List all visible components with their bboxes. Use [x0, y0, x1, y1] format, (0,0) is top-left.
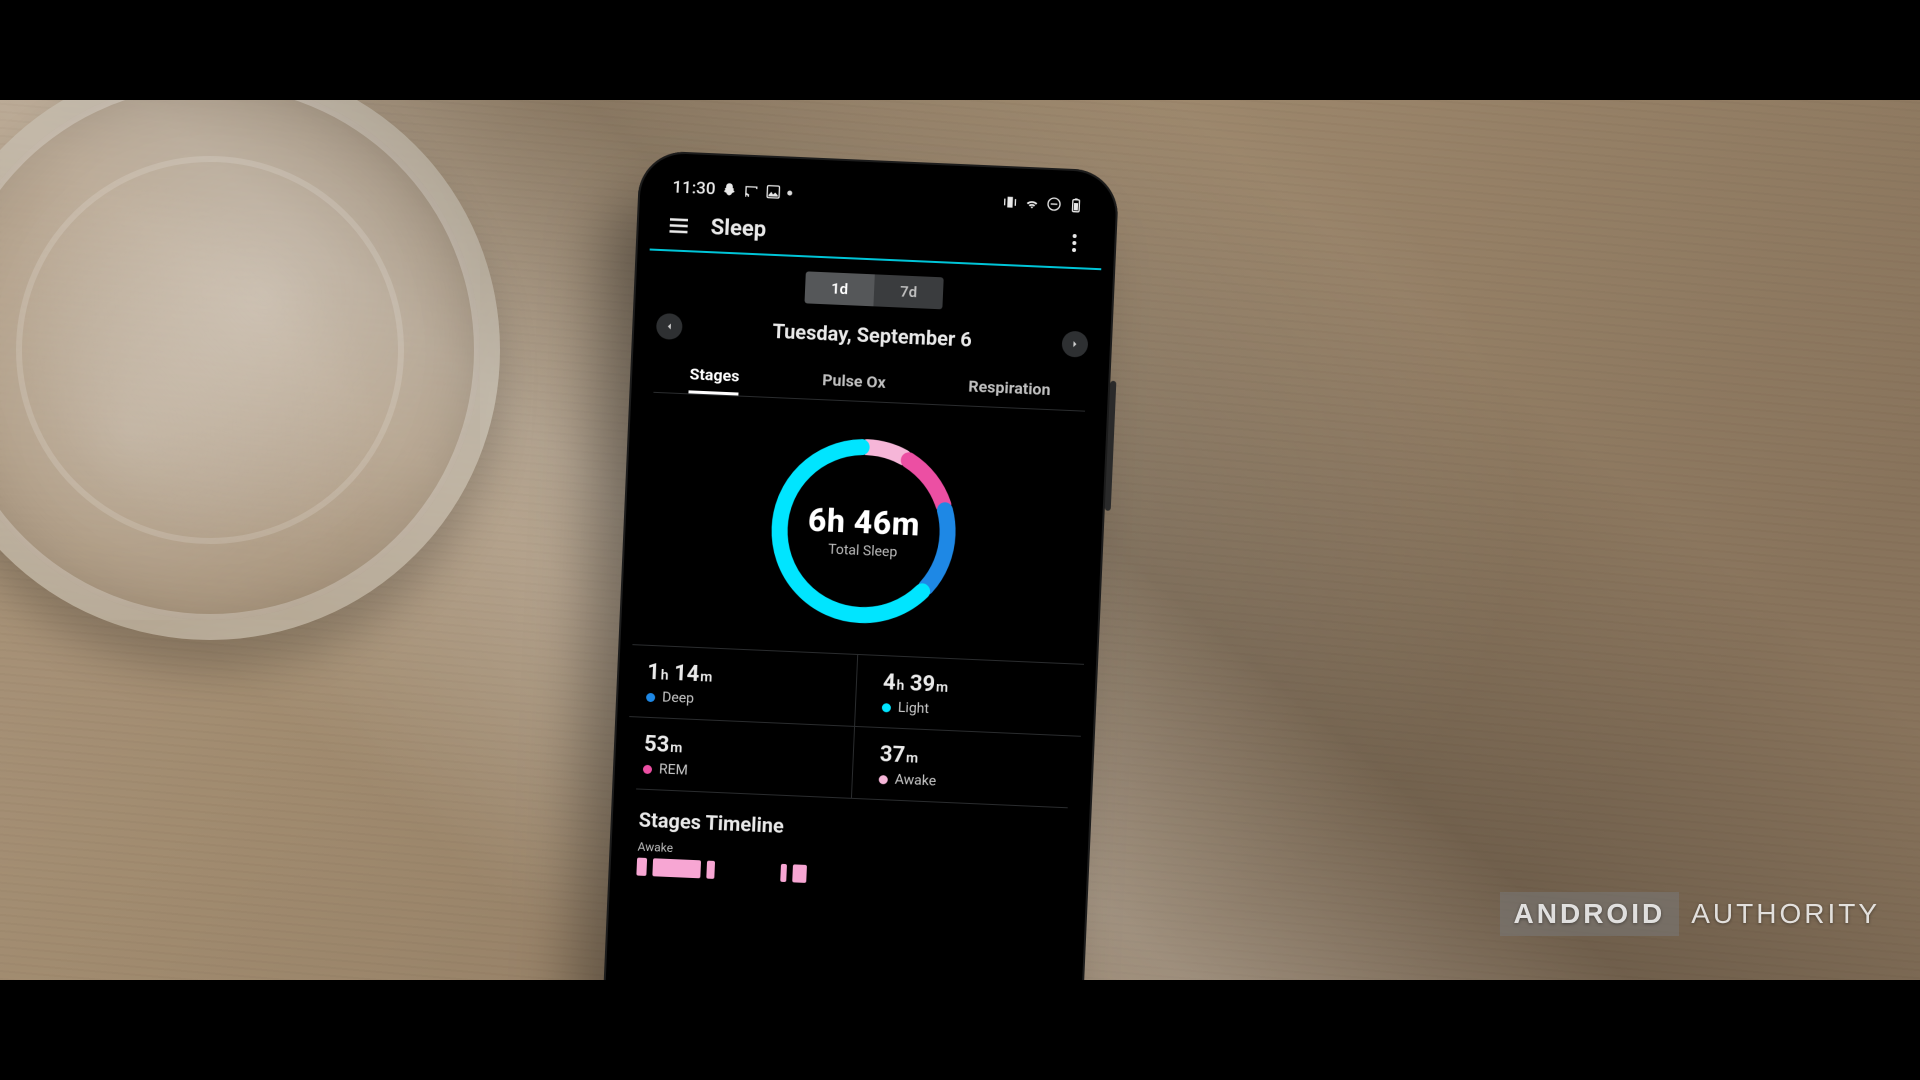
date-label: Tuesday, September 6 [772, 319, 972, 352]
snapchat-icon [721, 182, 738, 199]
hamburger-icon [666, 213, 691, 238]
watermark-brand: ANDROID [1500, 892, 1680, 936]
phone-side-button [1105, 381, 1117, 511]
cast-icon [743, 183, 760, 200]
chevron-right-icon [1069, 338, 1082, 351]
phone-screen: 11:30 Sleep [607, 165, 1105, 980]
stage-cell-rem[interactable]: 53m REM [626, 716, 855, 798]
stage-cell-awake[interactable]: 37m Awake [852, 726, 1081, 808]
phone-frame: 11:30 Sleep [593, 150, 1120, 980]
swatch-light [882, 703, 891, 712]
stage-deep-label: Deep [662, 689, 695, 706]
gallery-icon [765, 184, 782, 201]
stage-cell-light[interactable]: 4h 39m Light [855, 654, 1084, 736]
kebab-dot-icon [1072, 241, 1076, 245]
sleep-ring-chart: 6h 46m Total Sleep [632, 392, 1095, 663]
dnd-icon [1046, 196, 1063, 213]
status-time: 11:30 [672, 177, 716, 199]
stage-grid: 1h 14m Deep 4h 39m Light 53m REM 37m Awa… [626, 644, 1084, 808]
stage-awake-label: Awake [894, 772, 936, 790]
wifi-icon [1024, 195, 1041, 212]
watermark-suffix: AUTHORITY [1679, 892, 1880, 936]
stage-light-value: 4h 39m [882, 670, 1067, 703]
tab-stages[interactable]: Stages [683, 356, 746, 396]
prev-day-button[interactable] [656, 313, 683, 340]
menu-button[interactable] [664, 211, 693, 240]
stage-rem-value: 53m [644, 732, 838, 765]
kebab-dot-icon [1073, 234, 1077, 238]
total-sleep-value: 6h 46m [807, 501, 921, 544]
kebab-dot-icon [1072, 248, 1076, 252]
swatch-deep [646, 692, 655, 701]
stage-light-label: Light [898, 700, 930, 717]
tab-pulse-ox[interactable]: Pulse Ox [815, 362, 892, 402]
stage-awake-value: 37m [879, 742, 1064, 775]
stage-deep-value: 1h 14m [647, 660, 841, 693]
photo-scene: 11:30 Sleep [0, 100, 1920, 980]
screen-title: Sleep [710, 215, 1043, 254]
stage-rem-label: REM [659, 761, 688, 778]
tab-respiration[interactable]: Respiration [962, 368, 1058, 409]
watermark: ANDROID AUTHORITY [1500, 892, 1880, 936]
overflow-button[interactable] [1060, 228, 1089, 257]
range-1d-button[interactable]: 1d [804, 271, 874, 306]
stage-cell-deep[interactable]: 1h 14m Deep [629, 644, 858, 726]
status-more-dot [787, 190, 792, 195]
next-day-button[interactable] [1061, 331, 1088, 358]
range-7d-button[interactable]: 7d [873, 274, 943, 309]
letterbox-top [0, 0, 1920, 100]
swatch-awake [879, 775, 888, 784]
chevron-left-icon [663, 320, 676, 333]
swatch-rem [643, 764, 652, 773]
letterbox-bottom [0, 980, 1920, 1080]
drinking-glass [0, 100, 500, 640]
vibrate-icon [1002, 194, 1019, 211]
total-sleep-label: Total Sleep [828, 542, 898, 561]
battery-icon [1068, 197, 1085, 214]
